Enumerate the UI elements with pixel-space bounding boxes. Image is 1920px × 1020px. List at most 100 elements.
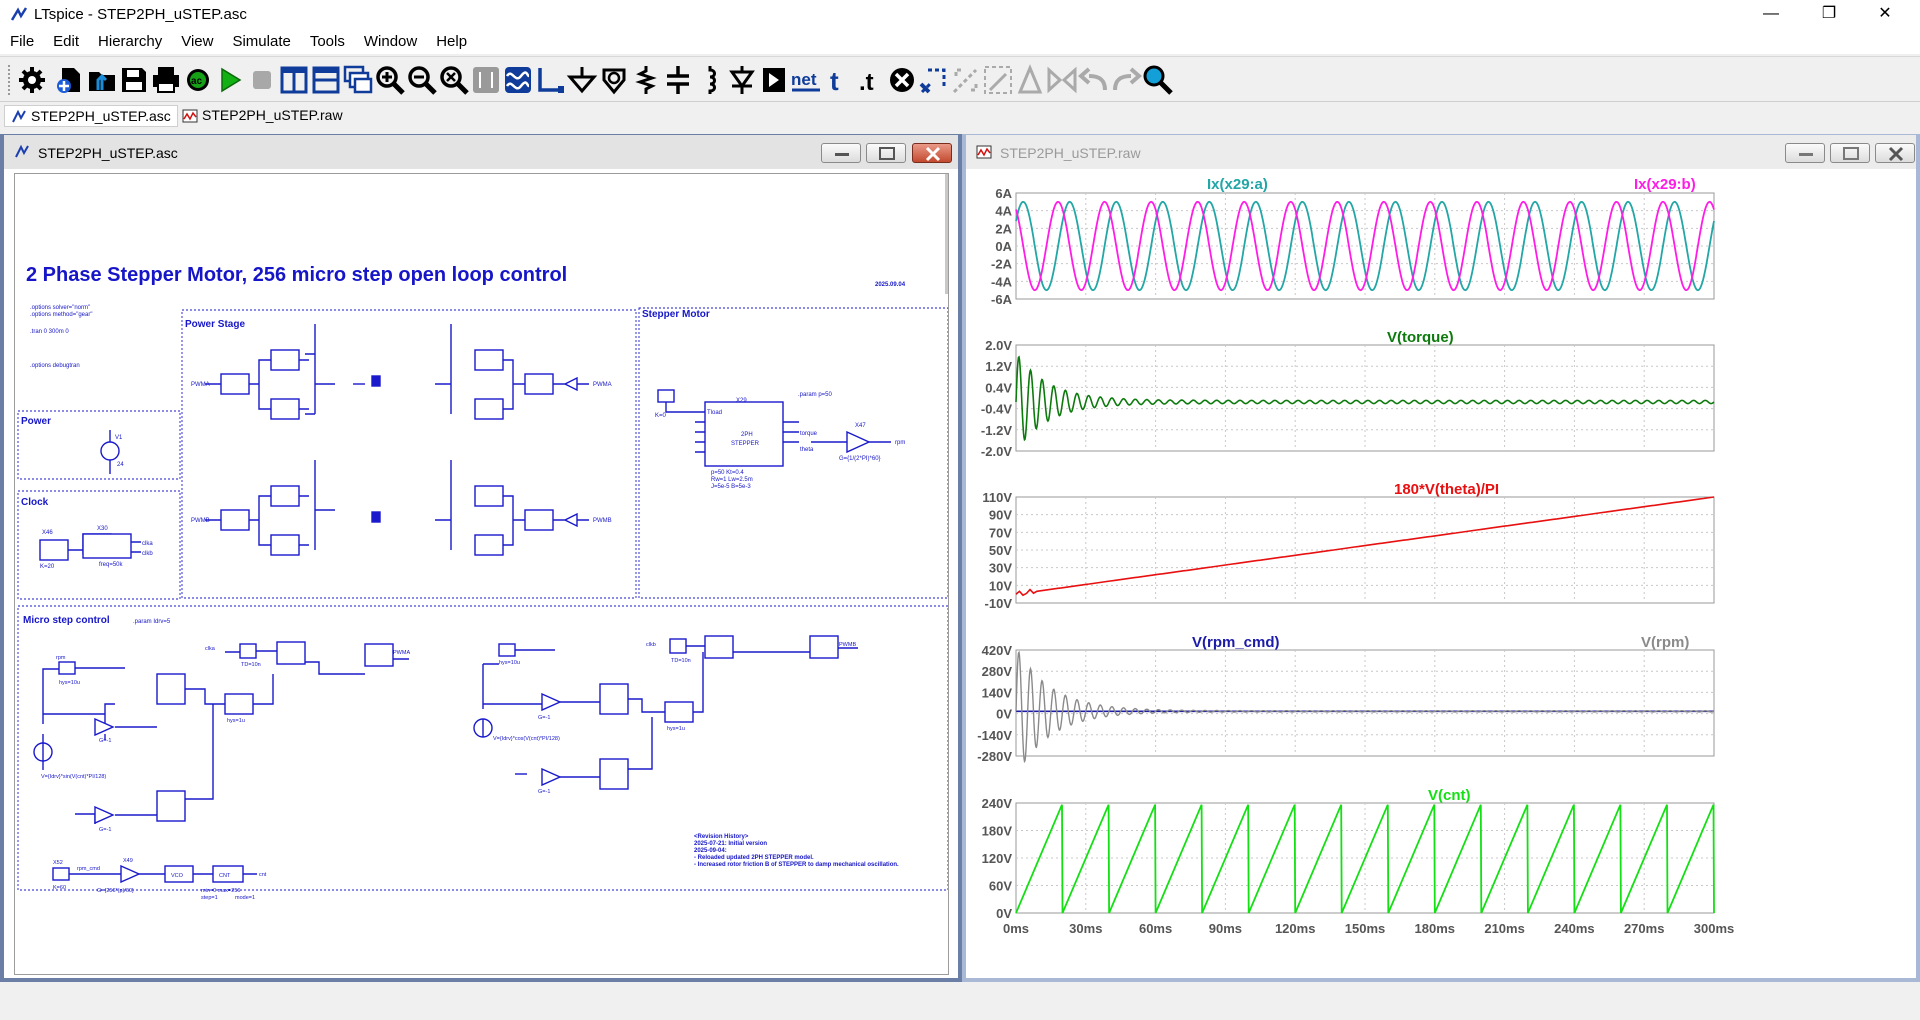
text-icon[interactable]: t — [822, 64, 854, 96]
svg-text:rpm: rpm — [895, 440, 905, 446]
redo-icon[interactable] — [1110, 64, 1142, 96]
open-folder-icon[interactable] — [86, 64, 118, 96]
tile-horizontal-icon[interactable] — [310, 64, 342, 96]
menu-edit[interactable]: Edit — [43, 30, 88, 50]
menu-simulate[interactable]: Simulate — [222, 30, 299, 50]
menu-hierarchy[interactable]: Hierarchy — [88, 30, 171, 50]
schematic-icon — [12, 109, 26, 123]
y-tick-label: -2A — [991, 257, 1013, 272]
print-icon[interactable] — [150, 64, 182, 96]
inductor-icon[interactable] — [694, 64, 726, 96]
option-tran: .tran 0 300m 0 — [30, 329, 69, 335]
cascade-windows-icon[interactable] — [342, 64, 374, 96]
y-tick-label: -140V — [977, 728, 1012, 743]
menu-file[interactable]: File — [0, 30, 43, 50]
diode-icon[interactable] — [726, 64, 758, 96]
section-power-stage: Power Stage — [185, 319, 245, 330]
y-tick-label: -280V — [977, 749, 1012, 764]
y-tick-label: -2.0V — [981, 444, 1012, 459]
drag-icon[interactable] — [982, 64, 1014, 96]
rotate-icon[interactable] — [1014, 64, 1046, 96]
add-trace-icon[interactable] — [502, 64, 534, 96]
duplicate-icon[interactable] — [918, 64, 950, 96]
zoom-fit-icon[interactable] — [438, 64, 470, 96]
waveform-window[interactable]: STEP2PH_uSTEP.raw Ix(x29:a) Ix(x29:b) V(… — [962, 134, 1920, 982]
y-tick-label: 120V — [982, 851, 1013, 866]
close-button[interactable]: ✕ — [1862, 0, 1908, 30]
schematic-window-caption[interactable]: STEP2PH_uSTEP.asc — [4, 135, 958, 169]
settings-gear-icon[interactable] — [16, 64, 48, 96]
schematic-maximize-button[interactable] — [866, 143, 906, 163]
x-tick-label: 90ms — [1209, 921, 1242, 936]
restore-button[interactable]: ❐ — [1806, 0, 1852, 30]
svg-text:2025-07-21: Initial version: 2025-07-21: Initial version — [694, 841, 767, 847]
schematic-window[interactable]: STEP2PH_uSTEP.asc 2 Phase Stepper Motor,… — [0, 134, 962, 982]
undo-icon[interactable] — [1078, 64, 1110, 96]
toolbar: ac net t .t — [0, 56, 1920, 102]
label-net-icon[interactable] — [598, 64, 630, 96]
delete-icon[interactable] — [886, 64, 918, 96]
new-schematic-icon[interactable] — [54, 64, 86, 96]
waveform-minimize-button[interactable] — [1785, 143, 1825, 163]
svg-text:V={Idrv}*sin(V(cnt)*PI/128): V={Idrv}*sin(V(cnt)*PI/128) — [41, 774, 106, 780]
waveform-close-button[interactable] — [1875, 143, 1915, 163]
move-icon[interactable] — [950, 64, 982, 96]
svg-text:.param p=50: .param p=50 — [798, 392, 833, 398]
find-icon[interactable] — [1142, 64, 1174, 96]
revision-history: <Revision History> 2025-07-21: Initial v… — [694, 834, 899, 868]
svg-text:J=5e-5 B=5e-3: J=5e-5 B=5e-3 — [711, 484, 751, 490]
tab-waveform[interactable]: STEP2PH_uSTEP.raw — [176, 105, 349, 127]
schematic-close-button[interactable] — [912, 143, 952, 163]
svg-text:freq=50k: freq=50k — [99, 562, 124, 568]
y-tick-label: 70V — [989, 525, 1012, 540]
save-icon[interactable] — [118, 64, 150, 96]
waveform-window-icon — [976, 145, 992, 159]
mirror-icon[interactable] — [1046, 64, 1078, 96]
schematic-minimize-button[interactable] — [821, 143, 861, 163]
zoom-in-icon[interactable] — [374, 64, 406, 96]
waveform-plot-area[interactable]: Ix(x29:a) Ix(x29:b) V(torque) 180*V(thet… — [966, 171, 1916, 979]
svg-text:G=-1: G=-1 — [99, 738, 111, 744]
svg-text:G=-1: G=-1 — [538, 789, 550, 795]
y-tick-label: 240V — [982, 796, 1013, 811]
y-tick-label: 4A — [995, 204, 1012, 219]
net-name-icon[interactable]: net — [790, 64, 822, 96]
tab-schematic[interactable]: STEP2PH_uSTEP.asc — [4, 105, 178, 127]
svg-text:- Increased rotor friction B o: - Increased rotor friction B of STEPPER … — [694, 862, 899, 868]
menu-tools[interactable]: Tools — [300, 30, 354, 50]
schematic-scrollbar[interactable] — [945, 174, 948, 294]
y-tick-label: 420V — [982, 643, 1013, 658]
tile-vertical-icon[interactable] — [278, 64, 310, 96]
waveform-window-caption[interactable]: STEP2PH_uSTEP.raw — [966, 135, 1916, 169]
menu-view[interactable]: View — [171, 30, 222, 50]
menu-window[interactable]: Window — [354, 30, 426, 50]
schematic-window-icon — [15, 144, 29, 158]
section-micro-step: Micro step control — [23, 615, 110, 626]
svg-text:ac: ac — [191, 76, 203, 87]
ground-icon[interactable] — [566, 64, 598, 96]
halt-icon[interactable] — [246, 64, 278, 96]
option-debugtran: .options debugtran — [30, 363, 80, 369]
zoom-out-icon[interactable] — [406, 64, 438, 96]
menu-help[interactable]: Help — [426, 30, 476, 50]
svg-text:hys=1u: hys=1u — [667, 726, 685, 732]
control-panel-icon[interactable]: ac — [182, 64, 214, 96]
svg-text:hys=10u: hys=10u — [499, 660, 520, 666]
svg-text:cnt: cnt — [259, 872, 267, 878]
micro-step-param: .param Idrv=5 — [133, 619, 171, 625]
autorange-icon[interactable] — [470, 64, 502, 96]
minimize-button[interactable]: — — [1748, 0, 1794, 30]
y-tick-label: 0.4V — [985, 380, 1012, 395]
x-tick-label: 120ms — [1275, 921, 1315, 936]
resistor-icon[interactable] — [630, 64, 662, 96]
component-icon[interactable] — [758, 64, 790, 96]
spice-directive-icon[interactable]: .t — [854, 64, 886, 96]
toolbar-grip[interactable] — [8, 65, 12, 95]
svg-text:G=-1: G=-1 — [538, 715, 550, 721]
waveform-maximize-button[interactable] — [1830, 143, 1870, 163]
schematic-canvas[interactable]: 2 Phase Stepper Motor, 256 micro step op… — [14, 173, 949, 975]
y-tick-label: 2A — [995, 221, 1012, 236]
capacitor-icon[interactable] — [662, 64, 694, 96]
run-simulation-icon[interactable] — [214, 64, 246, 96]
draw-wire-icon[interactable] — [534, 64, 566, 96]
